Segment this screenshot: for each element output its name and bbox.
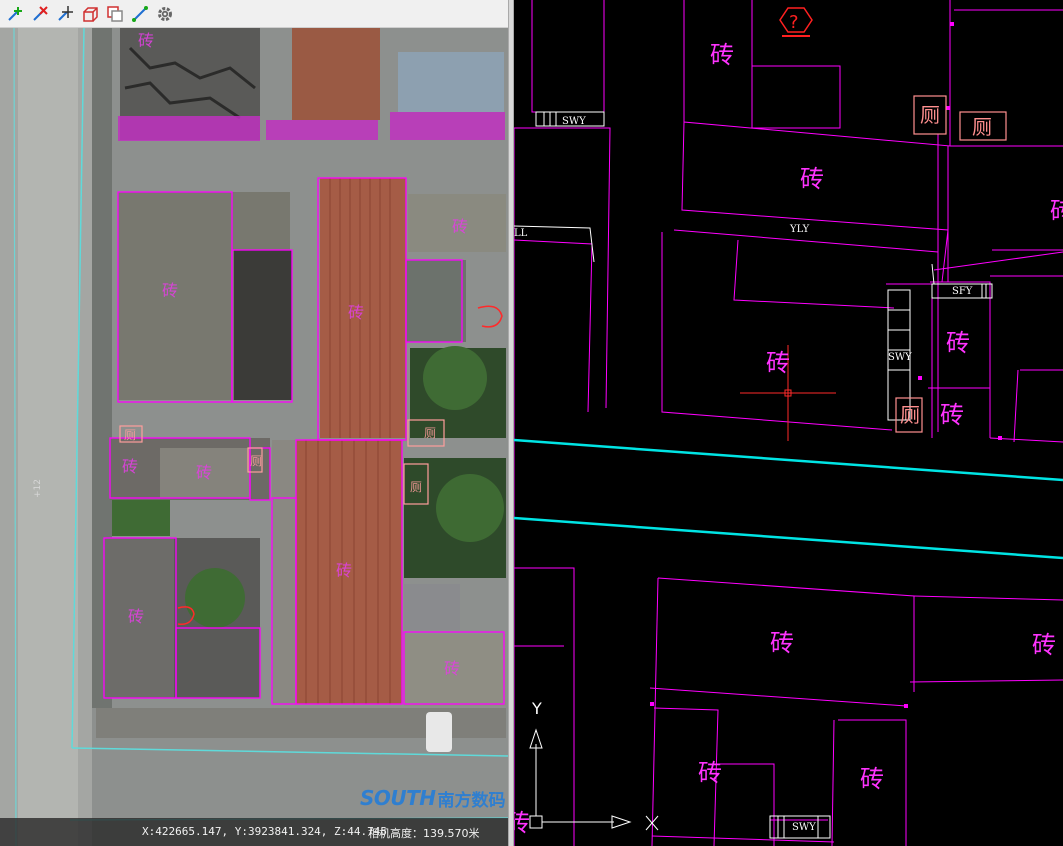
aerial-building-label: 砖 <box>444 659 461 678</box>
delete-point-icon <box>33 5 48 21</box>
3d-box-icon <box>83 6 98 22</box>
copy-frame-button[interactable] <box>104 3 126 25</box>
building-label: 砖 <box>800 165 824 193</box>
aerial-building-label: 砖 <box>452 217 469 236</box>
building-label: 砖 <box>698 759 722 787</box>
3d-box-button[interactable] <box>79 3 101 25</box>
building-label: 砖 <box>860 765 884 793</box>
aerial-building-label: 砖 <box>128 607 145 626</box>
ucs-axes-icon <box>529 728 659 831</box>
toilet-label: 厕 <box>920 103 940 127</box>
feature-code: YLY <box>790 224 810 235</box>
aerial-building-label: 砖 <box>138 31 155 50</box>
toilet-label: 厕 <box>900 403 920 427</box>
feature-code: LL <box>514 228 528 239</box>
building-label: 砖 <box>1050 197 1063 225</box>
unknown-structure-symbol: ? <box>779 7 813 37</box>
building-label: 砖 <box>766 349 790 377</box>
viewer-toolbar <box>0 0 508 28</box>
feature-code: SWY <box>888 352 912 363</box>
building-label: 砖 <box>710 41 734 69</box>
viewer-status-bar: X:422665.147, Y:3923841.324, Z:44.745 相机… <box>0 818 508 846</box>
aerial-building-label: 砖 <box>162 281 179 300</box>
coordinate-readout: X:422665.147, Y:3923841.324, Z:44.745 <box>142 825 388 838</box>
photo-viewer-pane[interactable]: +12 砖 砖 砖 砖 砖 砖 砖 砖 砖 厕 厕 厕 厕 SOUTH 南方数码… <box>0 0 508 846</box>
aerial-building-label: 砖 <box>336 561 353 580</box>
delete-point-button[interactable] <box>29 3 51 25</box>
feature-code: SWY <box>792 822 816 833</box>
feature-code: SWY <box>562 116 586 127</box>
building-label: 砖 <box>770 629 794 657</box>
copy-frame-icon <box>107 5 123 22</box>
move-point-button[interactable] <box>54 3 76 25</box>
aerial-toilet-label: 厕 <box>250 454 263 468</box>
south-logo: SOUTH 南方数码 <box>360 784 506 812</box>
building-label: 砖 <box>1032 631 1056 659</box>
building-label: 砖 <box>940 401 964 429</box>
move-point-icon <box>58 5 73 21</box>
settings-button[interactable] <box>154 3 176 25</box>
logo-text: SOUTH <box>360 786 436 810</box>
building-label: 砖 <box>946 329 970 357</box>
aerial-building-label: 砖 <box>348 303 365 322</box>
svg-text:?: ? <box>789 12 799 33</box>
aerial-toilet-label: 厕 <box>124 428 137 442</box>
logo-text-cn: 南方数码 <box>437 790 506 811</box>
toilet-label: 厕 <box>972 115 992 139</box>
aerial-building-label: 砖 <box>122 457 139 476</box>
aerial-toilet-label: 厕 <box>410 480 423 494</box>
measure-line-icon <box>132 5 148 22</box>
add-point-icon <box>8 6 22 21</box>
aerial-toilet-label: 厕 <box>424 426 437 440</box>
feature-code: SFY <box>952 286 973 297</box>
add-point-button[interactable] <box>4 3 26 25</box>
measure-line-button[interactable] <box>129 3 151 25</box>
ucs-y-label: Y <box>532 699 542 718</box>
aerial-building-label: 砖 <box>196 463 213 482</box>
building-label: 砖 <box>514 809 530 837</box>
camera-height-readout: 相机高度：139.570米 <box>368 827 480 840</box>
cad-drawing-canvas[interactable]: ? 砖 砖 砖 砖 砖 砖 砖 砖 砖 砖 砖 厕 厕 厕 SWY YLY LL… <box>514 0 1063 846</box>
settings-gear-icon <box>158 6 172 21</box>
svg-text:+12: +12 <box>33 479 43 498</box>
